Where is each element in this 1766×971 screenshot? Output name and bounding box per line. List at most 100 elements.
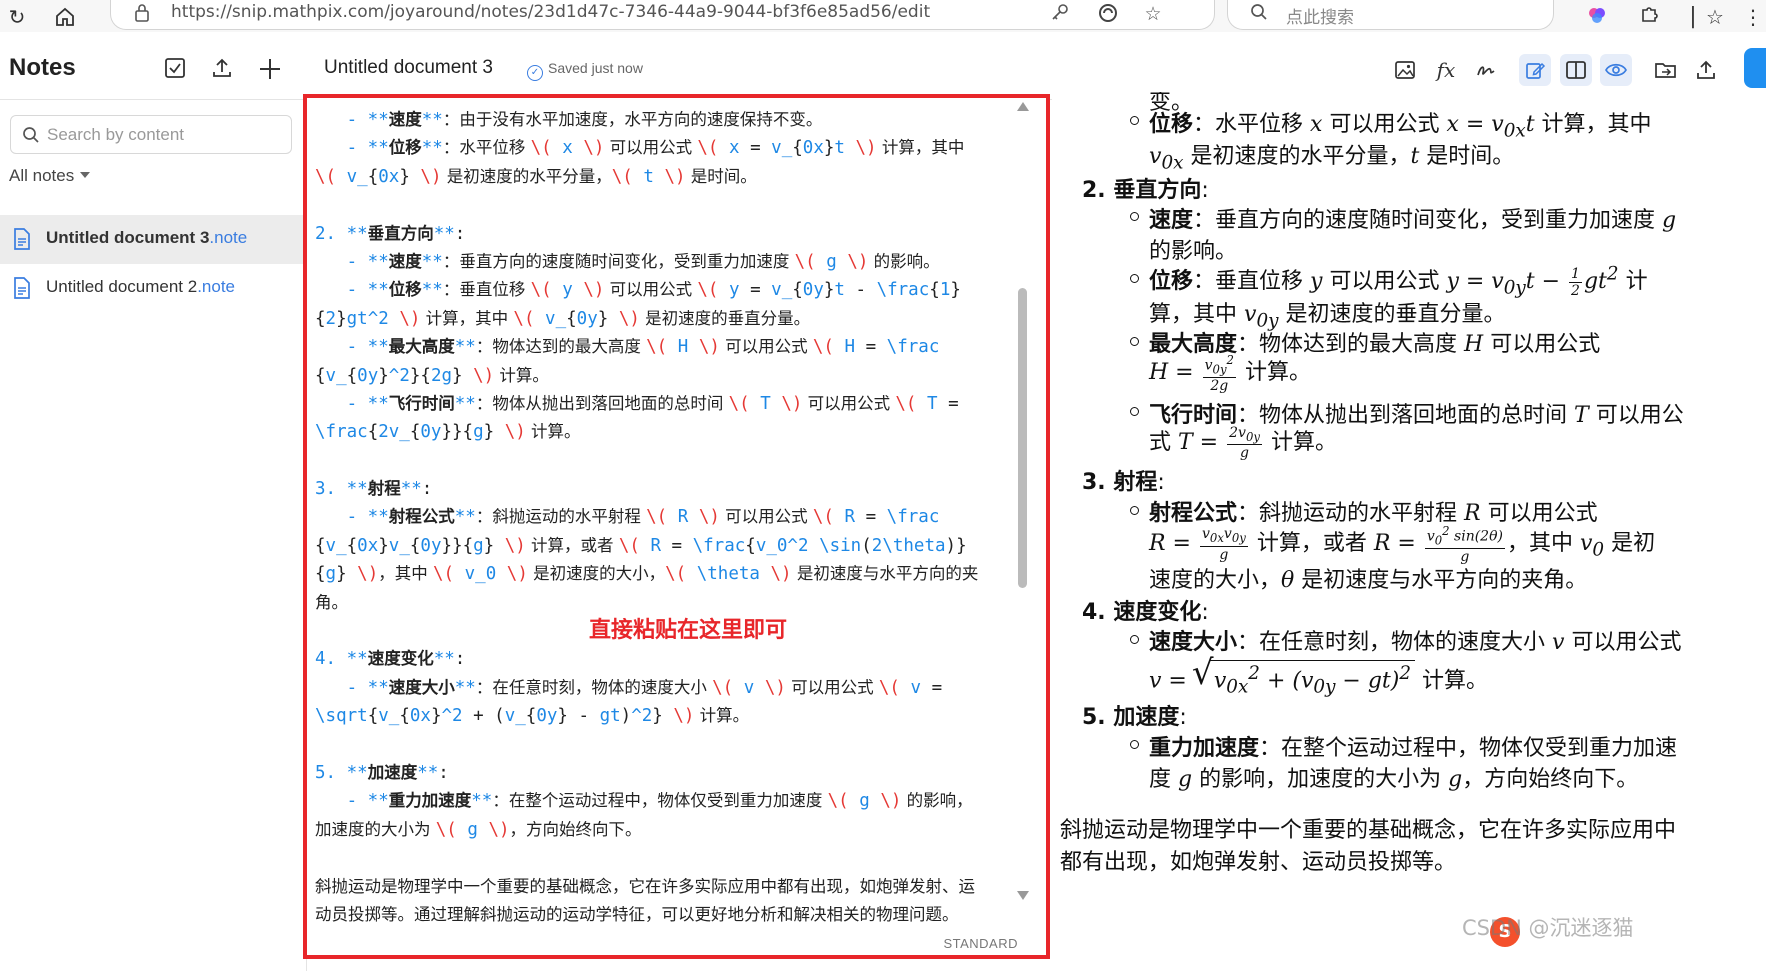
preview-item: 重力加速度：在整个运动过程中，物体仅受到重力加速 — [1149, 736, 1678, 761]
editor-scrollbar[interactable] — [1014, 102, 1030, 902]
search-icon — [23, 127, 39, 143]
folder-move-icon[interactable] — [1650, 54, 1682, 86]
editor-line: \frac{2v_{0y}}{g} \) 计算。 — [315, 422, 581, 443]
preview-item: 位移：水平位移 x 可以用公式 x = v0xt 计算，其中 — [1149, 112, 1652, 142]
editor-line: - **最大高度**：物体达到的最大高度 \( H \) 可以用公式 \( H … — [346, 337, 940, 358]
preview-item: H = v0y2 2g 计算。 — [1149, 353, 1311, 395]
search-input[interactable] — [47, 122, 282, 148]
export-icon[interactable] — [1690, 54, 1722, 86]
search-icon — [1250, 3, 1268, 26]
lock-icon — [133, 3, 151, 23]
editor-line: 斜抛运动是物理学中一个重要的基础概念，它在许多实际应用中都有出现，如炮弹发射、运 — [315, 876, 975, 896]
editor-line: - **位移**：垂直位移 \( y \) 可以用公式 \( y = v_{0y… — [346, 280, 961, 301]
preview-section-5: 5. 加速度: — [1082, 705, 1187, 730]
editor-line: 动员投掷等。通过理解斜抛运动的运动学特征，可以更好地分析和解决相关的物理问题。 — [315, 904, 959, 924]
all-notes-filter[interactable]: All notes — [9, 166, 91, 186]
star-icon[interactable]: ☆ — [1141, 2, 1165, 26]
search-field[interactable] — [10, 115, 292, 154]
section-title: 垂直方向 — [1113, 178, 1202, 203]
formula-fx-icon[interactable]: fx — [1430, 54, 1462, 86]
preview-item: 速度的大小，θ 是初速度与水平方向的夹角。 — [1149, 568, 1588, 593]
app-header: Notes Untitled document 3 ✓ Saved just no… — [0, 40, 1766, 100]
preview-section-4: 4. 速度变化: — [1082, 600, 1209, 625]
rendered-preview: 变。 位移：水平位移 x 可以用公式 x = v0xt 计算，其中 v0x 是初… — [1052, 92, 1766, 971]
upload-icon[interactable] — [210, 56, 236, 82]
note-extension: .note — [209, 228, 248, 247]
preview-section-3: 3. 射程: — [1082, 470, 1165, 495]
preview-item: v0x 是初速度的水平分量，t 是时间。 — [1149, 144, 1515, 174]
editor-line: - **射程公式**：斜抛运动的水平射程 \( R \) 可以用公式 \( R … — [346, 507, 940, 528]
note-extension: .note — [197, 277, 236, 296]
editor-line: 4. **速度变化**: — [315, 649, 466, 670]
handwriting-icon[interactable] — [1470, 54, 1502, 86]
browser-toolbar: ↻ https://snip.mathpix.com/joyaround/not… — [0, 0, 1766, 32]
paste-hint-annotation: 直接粘贴在这里即可 — [589, 618, 788, 643]
editor-line: - **位移**：水平位移 \( x \) 可以用公式 \( x = v_{0x… — [346, 138, 965, 159]
editor-line: 5. **加速度**: — [315, 762, 449, 783]
note-label: Untitled document 3.note — [46, 228, 247, 248]
note-item-untitled-document-3[interactable]: Untitled document 3.note — [0, 215, 306, 264]
preview-section-2: 2. 垂直方向: — [1082, 178, 1209, 203]
more-icon[interactable]: ⋮ — [1740, 4, 1766, 30]
browser-search-box[interactable]: 点此搜索 — [1227, 0, 1554, 30]
add-note-icon[interactable] — [257, 56, 283, 82]
ai-brain-icon[interactable] — [1584, 4, 1610, 30]
document-icon — [14, 228, 30, 250]
scroll-up-arrow-icon[interactable] — [1017, 102, 1029, 111]
markdown-editor[interactable]: - **速度**：由于没有水平加速度，水平方向的速度保持不变。 - **位移**… — [303, 94, 1050, 959]
watermark: CSDN @沉迷逐猫 — [1462, 916, 1634, 940]
section-title: 加速度 — [1113, 705, 1180, 730]
preview-item: R = v0xv0y g 计算，或者 R = v02 sin(2θ) g ，其中 v0… — [1149, 524, 1656, 566]
share-button[interactable] — [1744, 48, 1766, 88]
editor-mode-label[interactable]: STANDARD — [943, 936, 1018, 951]
preview-item: 式 T = 2v0y g 计算。 — [1149, 424, 1337, 462]
translate-icon[interactable] — [1096, 2, 1120, 26]
preview-eye-icon[interactable] — [1600, 54, 1632, 86]
image-icon[interactable] — [1389, 54, 1421, 86]
editor-line: {v_{0y}^2}{2g} \) 计算。 — [315, 365, 549, 386]
editor-line: 3. **射程**: — [315, 479, 433, 500]
home-icon[interactable] — [52, 4, 78, 30]
all-notes-label: All notes — [9, 166, 75, 185]
editor-content[interactable]: - **速度**：由于没有水平加速度，水平方向的速度保持不变。 - **位移**… — [315, 106, 1015, 929]
caret-down-icon — [80, 172, 91, 178]
preview-paragraph: 斜抛运动是物理学中一个重要的基础概念，它在许多实际应用中 — [1060, 818, 1677, 843]
extensions-icon[interactable] — [1636, 4, 1662, 30]
editor-line: - **速度大小**：在任意时刻，物体的速度大小 \( v \) 可以用公式 \… — [346, 677, 943, 698]
preview-item: 的影响。 — [1149, 239, 1238, 264]
document-icon — [14, 277, 30, 299]
address-bar[interactable]: https://snip.mathpix.com/joyaround/notes… — [110, 0, 1215, 30]
editor-line: - **速度**：由于没有水平加速度，水平方向的速度保持不变。 — [346, 110, 823, 130]
scroll-thumb[interactable] — [1018, 288, 1027, 588]
favorites-icon[interactable]: ☆ — [1702, 4, 1728, 30]
note-item-untitled-document-2[interactable]: Untitled document 2.note — [0, 264, 306, 313]
preview-item: 位移：垂直位移 y 可以用公式 y = v0yt − 1 2 gt2 计 — [1149, 263, 1648, 299]
editor-line: - **飞行时间**：物体从抛出到落回地面的总时间 \( T \) 可以用公式 … — [346, 393, 959, 414]
preview-item: 速度大小：在任意时刻，物体的速度大小 v 可以用公式 — [1149, 630, 1682, 655]
edit-mode-icon[interactable] — [1519, 54, 1551, 86]
editor-line: 加速度的大小为 \( g \)，方向始终向下。 — [315, 819, 642, 840]
bullet-icon — [1130, 274, 1139, 283]
editor-line: {2}gt^2 \) 计算，其中 \( v_{0y} \) 是初速度的垂直分量。 — [315, 308, 811, 329]
note-name: Untitled document 2 — [46, 277, 198, 296]
preview-paragraph: 都有出现，如炮弹发射、运动员投掷等。 — [1060, 850, 1457, 875]
bullet-icon — [1130, 635, 1139, 644]
bullet-icon — [1130, 740, 1139, 749]
url-text: https://snip.mathpix.com/joyaround/notes… — [171, 2, 931, 22]
note-label: Untitled document 2.note — [46, 277, 235, 297]
document-title[interactable]: Untitled document 3 — [324, 57, 493, 79]
key-icon[interactable] — [1048, 2, 1072, 26]
checkbox-select-icon[interactable] — [163, 56, 189, 82]
editor-line: - **速度**：垂直方向的速度随时间变化，受到重力加速度 \( g \) 的影… — [346, 251, 940, 272]
bullet-icon — [1130, 212, 1139, 221]
split-view-icon[interactable] — [1560, 54, 1592, 86]
note-name: Untitled document 3 — [46, 228, 210, 247]
editor-line: \( v_{0x} \) 是初速度的水平分量，\( t \) 是时间。 — [315, 166, 757, 187]
scroll-down-arrow-icon[interactable] — [1017, 891, 1029, 900]
reload-icon[interactable]: ↻ — [4, 4, 30, 30]
sidebar: All notes Untitled document 3.note Untit… — [0, 100, 307, 971]
bullet-icon — [1130, 506, 1139, 515]
